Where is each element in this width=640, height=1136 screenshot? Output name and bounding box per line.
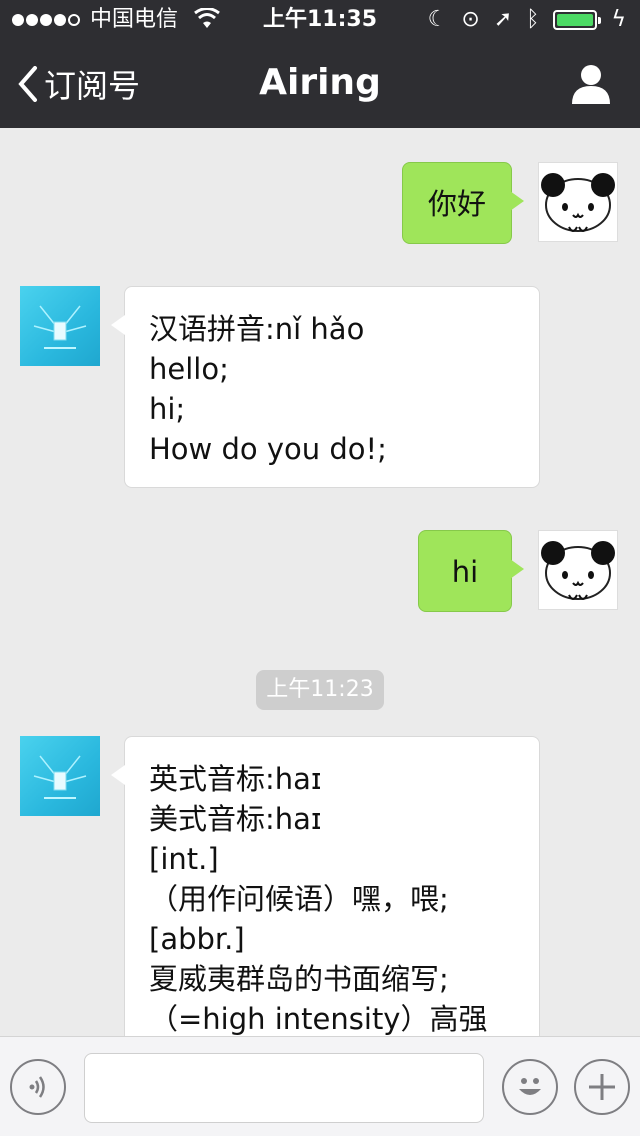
- charging-icon: ϟ: [611, 7, 626, 32]
- message-line: 汉语拼音:nǐ hǎo: [149, 312, 365, 346]
- location-arrow-icon: ➚: [493, 7, 513, 32]
- bluetooth-icon: ᛒ: [526, 7, 540, 32]
- panda-avatar-icon: [541, 541, 615, 600]
- message-line: 英式音标:haɪ: [149, 762, 322, 796]
- my-avatar[interactable]: [538, 530, 618, 610]
- emoji-icon: [519, 1078, 541, 1095]
- bot-avatar-icon: [33, 755, 87, 799]
- voice-button[interactable]: [10, 1059, 66, 1115]
- message-line: （=high intensity）高强: [149, 1002, 488, 1036]
- message-bubble[interactable]: 你好: [402, 162, 524, 244]
- my-avatar[interactable]: [538, 162, 618, 242]
- plus-button[interactable]: [574, 1059, 630, 1115]
- battery-icon: [553, 10, 602, 30]
- message-line: How do you do!;: [149, 432, 387, 466]
- message-text: hi: [451, 555, 479, 589]
- message-bubble[interactable]: 汉语拼音:nǐ hǎo hello; hi; How do you do!;: [111, 286, 540, 488]
- message-line: （用作问候语）嘿，喂;: [149, 882, 449, 916]
- rotation-lock-icon: ⊙: [461, 7, 480, 32]
- profile-icon[interactable]: [570, 62, 612, 104]
- chat-timestamp: 上午11:23: [256, 670, 384, 710]
- chat-title: Airing: [259, 62, 381, 103]
- bot-avatar[interactable]: [20, 286, 100, 366]
- plus-icon: [589, 1074, 615, 1100]
- bot-avatar-icon: [33, 305, 87, 349]
- navigation-bar: 订阅号 Airing: [0, 40, 640, 128]
- message-bubble[interactable]: 英式音标:haɪ 美式音标:haɪ [int.] （用作问候语）嘿，喂; [ab…: [111, 736, 540, 1056]
- message-line: [int.]: [149, 842, 219, 876]
- emoji-button[interactable]: [502, 1059, 558, 1115]
- message-text: 你好: [427, 187, 486, 221]
- voice-icon: [29, 1076, 45, 1098]
- message-bubble[interactable]: hi: [418, 530, 524, 612]
- message-line: [abbr.]: [149, 922, 245, 956]
- message-line: hello;: [149, 352, 229, 386]
- message-line: 美式音标:haɪ: [149, 802, 322, 836]
- message-line: hi;: [149, 392, 186, 426]
- status-bar: 中国电信 上午11:35 ☾ ⊙ ➚ ᛒ ϟ: [0, 0, 640, 40]
- panda-avatar-icon: [541, 173, 615, 232]
- moon-icon: ☾: [427, 7, 448, 32]
- message-input[interactable]: [84, 1053, 484, 1123]
- input-bar: [0, 1036, 640, 1136]
- top-bar: 中国电信 上午11:35 ☾ ⊙ ➚ ᛒ ϟ 订阅号 Airing: [0, 0, 640, 128]
- message-line: 夏威夷群岛的书面缩写;: [149, 962, 449, 996]
- bot-avatar[interactable]: [20, 736, 100, 816]
